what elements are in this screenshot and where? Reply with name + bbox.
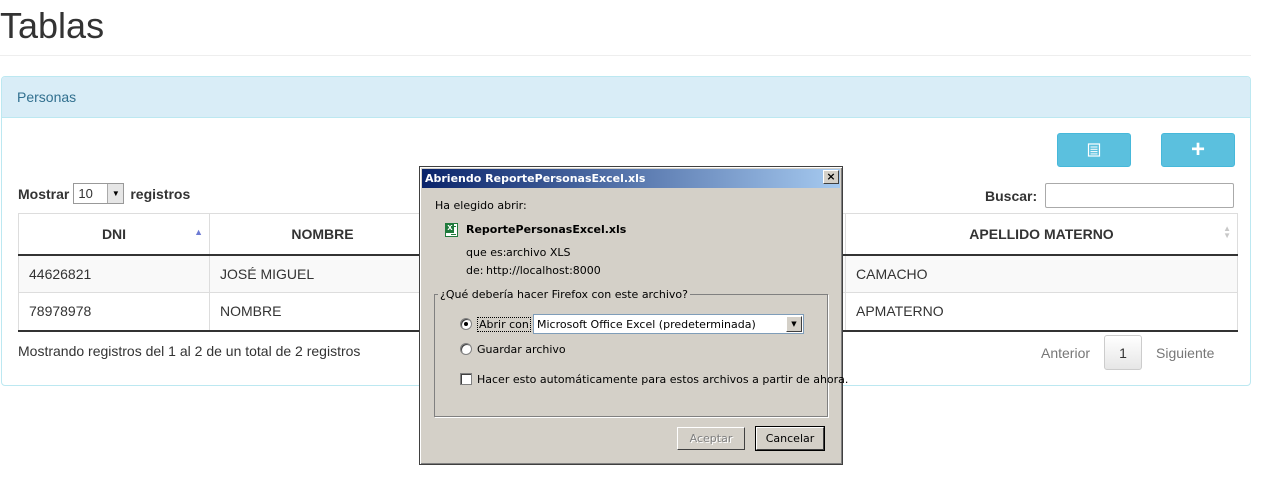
- chevron-down-icon[interactable]: ▼: [107, 184, 124, 203]
- auto-action-checkbox[interactable]: [460, 373, 472, 385]
- open-with-radio[interactable]: [460, 318, 472, 330]
- cell-apellido-materno: CAMACHO: [845, 254, 1238, 293]
- next-page-link[interactable]: Siguiente: [1142, 345, 1228, 361]
- excel-file-icon: [445, 223, 458, 237]
- search-label: Buscar:: [985, 187, 1038, 204]
- table-info: Mostrando registros del 1 al 2 de un tot…: [18, 343, 361, 359]
- sort-ascending-icon: ▲: [194, 227, 203, 237]
- page-title: Tablas: [0, 5, 105, 46]
- save-file-radio[interactable]: [460, 343, 472, 355]
- file-source-label: de:: [466, 264, 484, 277]
- dialog-title: Abriendo ReportePersonasExcel.xls: [425, 172, 646, 185]
- file-type-label: que es:: [466, 246, 507, 259]
- auto-action-label[interactable]: Hacer esto automáticamente para estos ar…: [477, 373, 848, 386]
- download-dialog: Abriendo ReportePersonasExcel.xls × Ha e…: [419, 166, 848, 465]
- column-header-dni[interactable]: DNI ▲: [18, 213, 210, 256]
- cell-dni: 78978978: [18, 292, 210, 332]
- file-name: ReportePersonasExcel.xls: [466, 223, 627, 236]
- search-input[interactable]: [1045, 183, 1235, 208]
- cancel-button[interactable]: Cancelar: [755, 426, 825, 451]
- page-length-value: 10: [78, 186, 93, 201]
- panel-heading: Personas: [2, 77, 1250, 118]
- dialog-intro: Ha elegido abrir:: [435, 199, 527, 212]
- cell-nombre: NOMBRE: [209, 292, 436, 332]
- close-icon[interactable]: ×: [823, 170, 839, 184]
- plus-icon: +: [1190, 136, 1205, 163]
- application-value: Microsoft Office Excel (predeterminada): [537, 317, 756, 331]
- length-suffix: registros: [130, 185, 191, 202]
- dialog-title-bar[interactable]: Abriendo ReportePersonasExcel.xls: [422, 169, 840, 188]
- application-select[interactable]: Microsoft Office Excel (predeterminada) …: [533, 314, 804, 334]
- cell-nombre: JOSÉ MIGUEL: [209, 254, 436, 293]
- cell-dni: 44626821: [18, 254, 210, 293]
- chevron-down-icon[interactable]: ▼: [786, 316, 802, 332]
- column-header-nombre[interactable]: NOMBRE: [209, 213, 436, 256]
- previous-page-link[interactable]: Anterior: [1027, 345, 1104, 361]
- length-prefix: Mostrar: [18, 185, 70, 202]
- column-header-apellido-materno[interactable]: APELLIDO MATERNO ▲ ▼: [845, 213, 1238, 256]
- export-excel-button[interactable]: [1057, 133, 1131, 167]
- cell-apellido-materno: APMATERNO: [845, 292, 1238, 332]
- sort-both-icon: ▲ ▼: [1223, 224, 1231, 240]
- search-control: Buscar:: [985, 183, 1235, 208]
- file-source-value: http://localhost:8000: [486, 264, 601, 277]
- file-type-value: archivo XLS: [506, 246, 571, 259]
- title-divider: [0, 55, 1251, 56]
- open-with-label[interactable]: Abrir con: [477, 317, 531, 332]
- accept-button[interactable]: Aceptar: [677, 427, 745, 450]
- page-length-select[interactable]: 10 ▼: [73, 183, 125, 204]
- pagination: Anterior 1 Siguiente: [1027, 335, 1228, 370]
- save-file-label[interactable]: Guardar archivo: [477, 343, 566, 356]
- add-person-button[interactable]: +: [1161, 133, 1235, 167]
- page-1-button[interactable]: 1: [1104, 335, 1143, 370]
- spreadsheet-list-icon: [1087, 143, 1101, 157]
- page-length-control: Mostrar 10 ▼ registros: [18, 183, 190, 204]
- action-question: ¿Qué debería hacer Firefox con este arch…: [438, 288, 690, 301]
